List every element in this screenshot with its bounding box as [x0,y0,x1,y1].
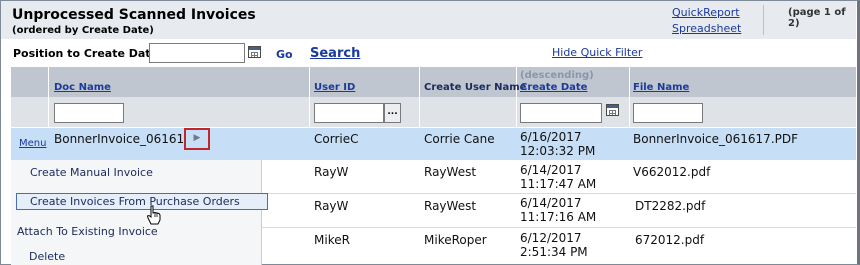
file-name-cell: DT2282.pdf [635,199,706,213]
file-name-cell: V662012.pdf [633,165,711,179]
calendar-icon[interactable] [606,104,619,116]
create-date-cell: 6/12/2017 [520,231,582,245]
user-id-cell: MikeR [314,233,350,247]
create-date-cell: 6/14/2017 [520,196,582,210]
create-time-cell: 11:17:16 AM [520,210,597,224]
column-divider [419,67,420,127]
file-name-cell: 672012.pdf [635,233,705,247]
header-divider [763,5,764,35]
column-divider [629,67,630,127]
quick-report-link[interactable]: QuickReport [672,6,740,19]
quick-filter-row [11,97,856,127]
search-link[interactable]: Search [310,46,360,61]
menu-item-create-invoices-from-po[interactable]: Create Invoices From Purchase Orders [16,193,268,210]
user-name-cell: RayWest [424,199,477,213]
column-header-doc-name[interactable]: Doc Name [54,82,111,93]
doc-name-filter-input[interactable] [54,103,124,123]
position-label: Position to Create Date [13,47,159,60]
user-id-cell: CorrieC [314,132,359,146]
file-name-filter-input[interactable] [633,103,703,123]
doc-name-cell: BonnerInvoice_061617 [54,132,192,146]
calendar-icon[interactable] [248,46,261,58]
user-id-cell: RayW [314,199,349,213]
hand-pointer-icon [146,205,161,225]
ellipsis-icon[interactable]: ... [384,103,401,123]
go-button[interactable]: Go [276,48,293,61]
user-name-cell: RayWest [424,165,477,179]
column-header-file-name[interactable]: File Name [633,82,689,93]
page-indicator: (page 1 of 2) [788,7,846,29]
row-context-menu: Create Manual Invoice Create Invoices Fr… [11,160,268,265]
spreadsheet-link[interactable]: Spreadsheet [672,22,741,35]
user-name-cell: Corrie Cane [424,132,495,146]
hide-quick-filter-link[interactable]: Hide Quick Filter [552,46,642,59]
column-divider [48,67,49,127]
create-time-cell: 12:03:32 PM [520,144,596,158]
position-date-input[interactable] [149,43,245,63]
menu-item-attach-to-existing[interactable]: Attach To Existing Invoice [17,225,158,238]
page-header: Unprocessed Scanned Invoices (ordered by… [1,1,856,39]
create-date-filter-input[interactable] [520,103,602,123]
user-id-filter-input[interactable] [314,103,384,123]
create-time-cell: 11:17:47 AM [520,177,597,191]
column-header-create-user-name: Create User Name [424,82,527,93]
row-menu-link[interactable]: Menu [19,138,46,149]
column-header-user-id[interactable]: User ID [314,82,355,93]
column-header-create-date[interactable]: Create Date [520,82,587,93]
create-date-cell: 6/14/2017 [520,163,582,177]
menu-item-create-manual-invoice[interactable]: Create Manual Invoice [30,166,153,179]
filter-bar: Position to Create Date Go Search Hide Q… [1,40,856,66]
table-row[interactable]: Menu BonnerInvoice_061617 CorrieC Corrie… [11,128,856,160]
create-time-cell: 2:51:34 PM [520,245,588,259]
menu-item-delete[interactable]: Delete [29,250,65,263]
sort-direction-label: (descending) [520,70,594,81]
column-divider [309,67,310,127]
page-subtitle: (ordered by Create Date) [12,25,154,36]
page-title: Unprocessed Scanned Invoices [12,7,256,23]
right-arrow-icon[interactable]: ▶ [184,128,210,150]
user-name-cell: MikeRoper [424,233,487,247]
column-divider [516,67,517,127]
user-id-cell: RayW [314,165,349,179]
create-date-cell: 6/16/2017 [520,130,582,144]
file-name-cell: BonnerInvoice_061617.PDF [633,132,799,146]
